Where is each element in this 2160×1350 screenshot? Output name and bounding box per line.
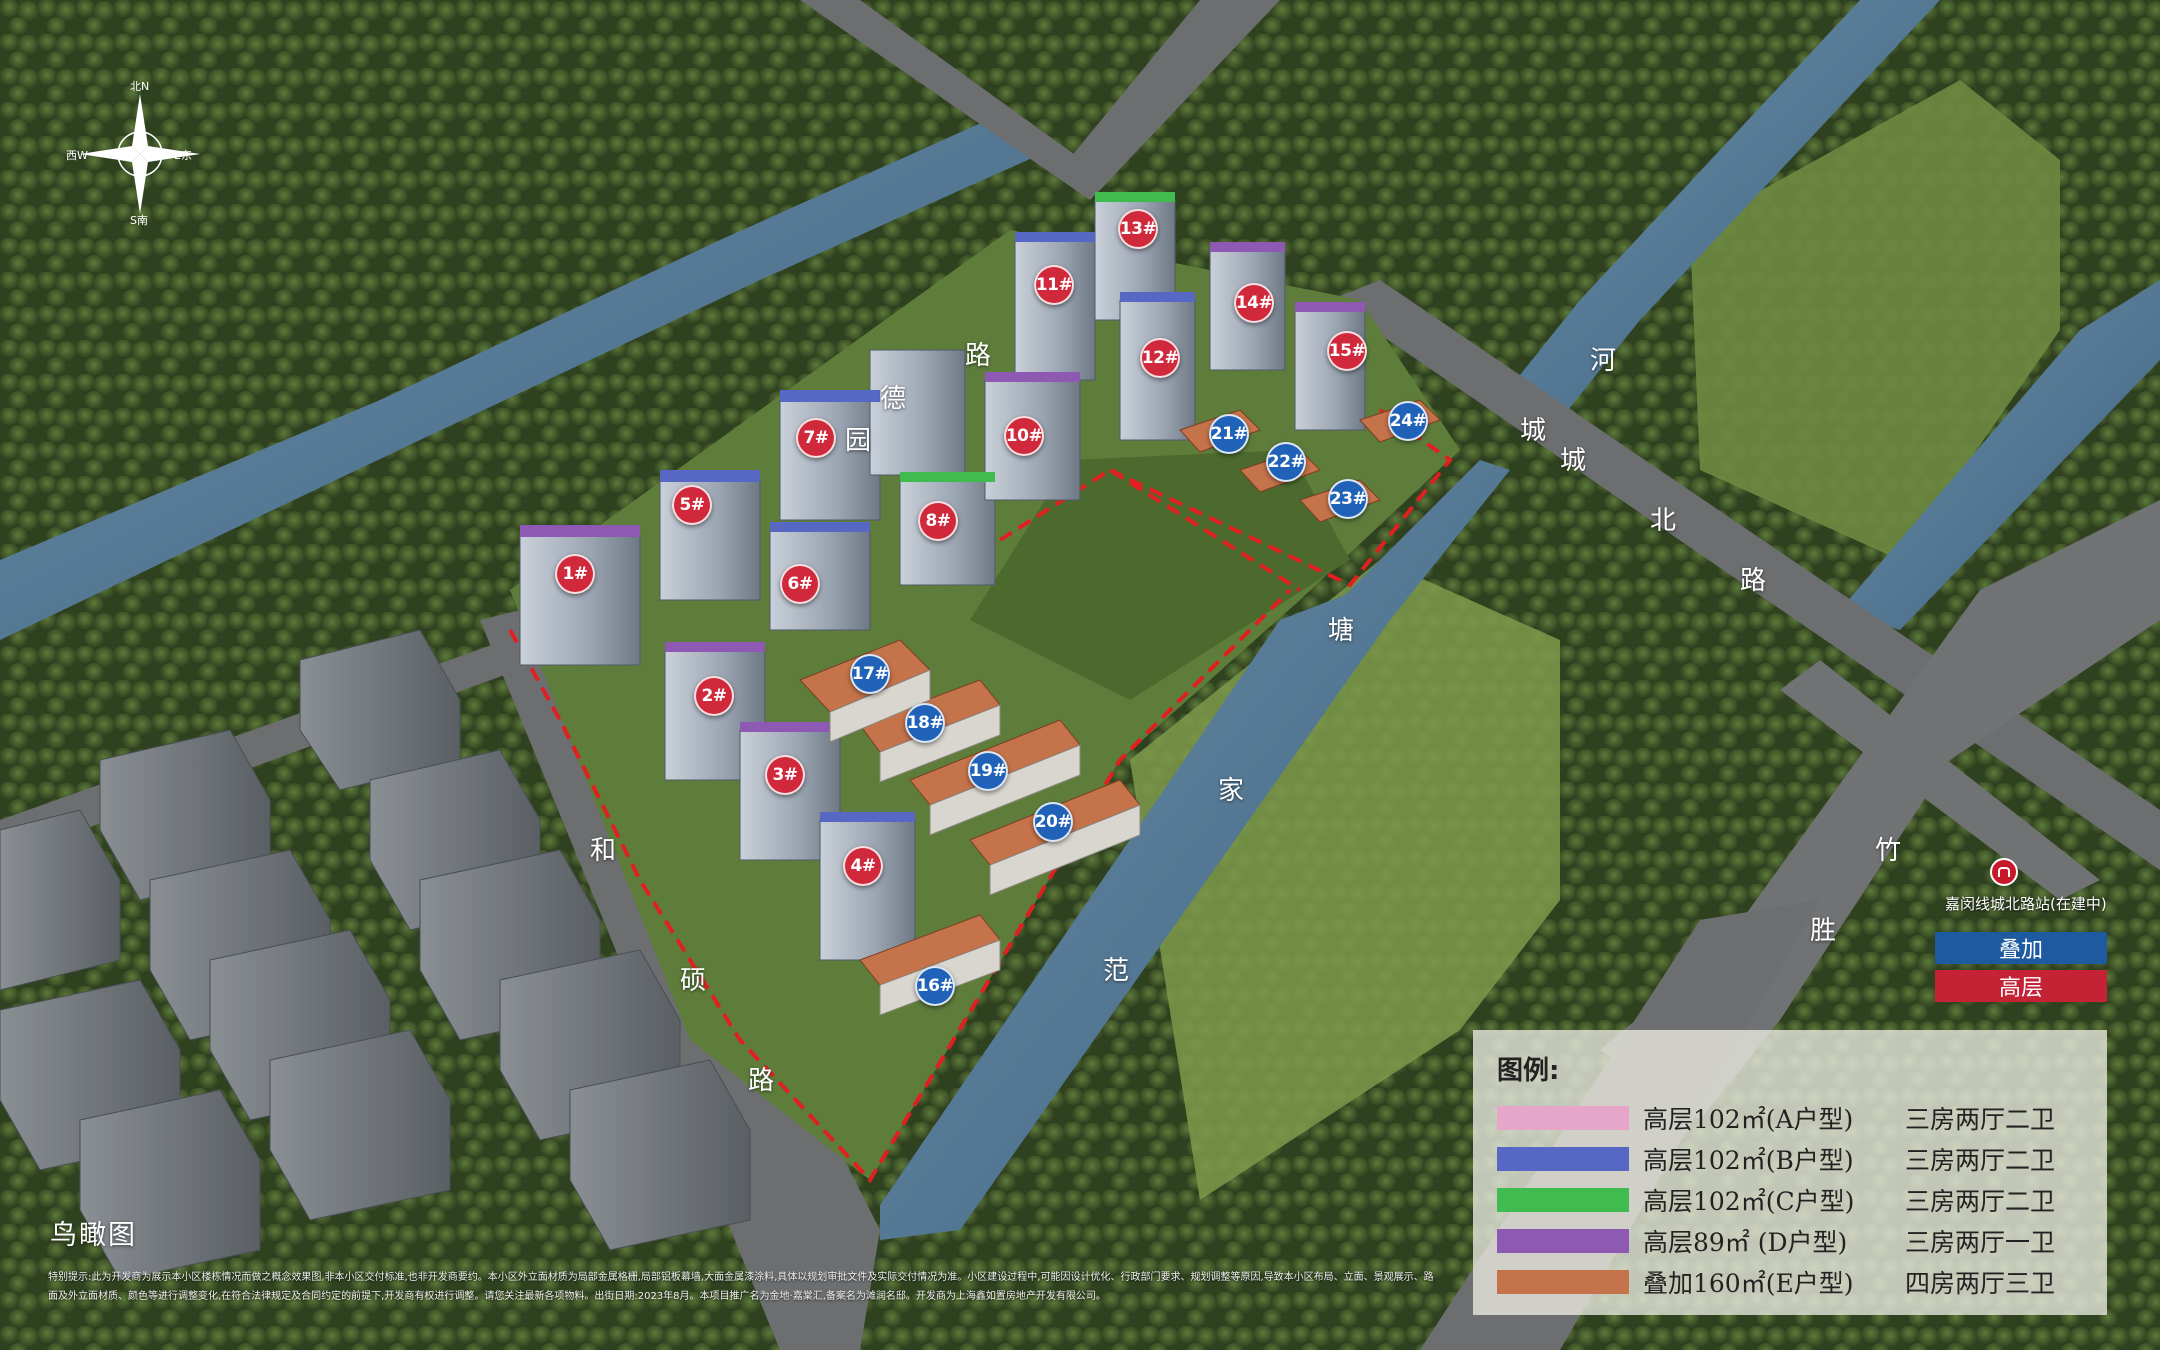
legend-swatch [1497, 1105, 1629, 1130]
building-label-16[interactable]: 16# [915, 966, 955, 1006]
building-label-18[interactable]: 18# [905, 703, 945, 743]
legend-desc: 三房两厅二卫 [1905, 1104, 2056, 1134]
road-label-north: 城 [1560, 446, 1587, 476]
river-label-fanjia: 家 [1218, 776, 1245, 806]
road-label-east: 竹 [1875, 836, 1902, 866]
building-label-7[interactable]: 7# [796, 418, 836, 458]
building-label-24[interactable]: 24# [1388, 401, 1428, 441]
road-label-north: 北 [1650, 506, 1677, 536]
compass: 北N S南 西W E东 [66, 80, 210, 227]
legend-desc: 四房两厅三卫 [1905, 1268, 2056, 1298]
legend-type: 叠加160㎡(E户型) [1643, 1268, 1854, 1298]
legend-item: 高层102㎡(A户型) 三房两厅二卫 [1497, 1097, 2083, 1138]
legend-swatch [1497, 1228, 1629, 1253]
building-label-19[interactable]: 19# [968, 751, 1008, 791]
road-label-east: 胜 [1810, 916, 1837, 946]
building-label-6[interactable]: 6# [780, 564, 820, 604]
river-label-right: 城 [1520, 416, 1547, 446]
road-label-west: 路 [748, 1066, 775, 1096]
building-label-4[interactable]: 4# [843, 846, 883, 886]
legend-swatch [1497, 1269, 1629, 1294]
road-label-top: 路 [965, 341, 992, 371]
disclaimer-text: 特别提示:此为开发商为展示本小区楼栋情况而做之概念效果图,非本小区交付标准,也非… [48, 1272, 1434, 1302]
legend-swatch [1497, 1146, 1629, 1171]
road-label-top: 园 [845, 426, 872, 456]
building-label-17[interactable]: 17# [850, 654, 890, 694]
building-label-13[interactable]: 13# [1118, 209, 1158, 249]
building-label-10[interactable]: 10# [1004, 416, 1044, 456]
building-label-15[interactable]: 15# [1327, 331, 1367, 371]
building-label-2[interactable]: 2# [694, 676, 734, 716]
image-caption: 鸟瞰图 [50, 1220, 137, 1251]
legend-type: 高层102㎡(A户型) [1643, 1104, 1854, 1134]
compass-west: 西W [66, 149, 88, 162]
river-label-right: 河 [1590, 346, 1617, 376]
legend-desc: 三房两厅一卫 [1905, 1227, 2056, 1257]
road-label-west: 和 [590, 836, 617, 866]
highrise-type-button[interactable]: 高层 [1935, 970, 2107, 1002]
road-label-north: 路 [1740, 566, 1767, 596]
legend-desc: 三房两厅二卫 [1905, 1145, 2056, 1175]
building-label-5[interactable]: 5# [672, 485, 712, 525]
legend-type: 高层102㎡(C户型) [1643, 1186, 1855, 1216]
road-label-west: 硕 [680, 966, 707, 996]
legend-item: 高层89㎡ (D户型) 三房两厅一卫 [1497, 1220, 2083, 1261]
building-label-3[interactable]: 3# [765, 755, 805, 795]
building-label-1[interactable]: 1# [555, 554, 595, 594]
building-label-11[interactable]: 11# [1034, 265, 1074, 305]
legend-type: 高层89㎡ (D户型) [1643, 1227, 1848, 1257]
legend-desc: 三房两厅二卫 [1905, 1186, 2056, 1216]
compass-east: E东 [174, 149, 192, 162]
metro-icon [1990, 858, 2018, 886]
building-label-23[interactable]: 23# [1328, 479, 1368, 519]
road-label-top: 德 [880, 384, 907, 414]
river-label-fanjia: 塘 [1328, 616, 1355, 646]
stacked-type-button[interactable]: 叠加 [1935, 932, 2107, 964]
building-label-12[interactable]: 12# [1140, 338, 1180, 378]
building-label-14[interactable]: 14# [1234, 283, 1274, 323]
building-label-21[interactable]: 21# [1209, 414, 1249, 454]
legend-type: 高层102㎡(B户型) [1643, 1145, 1854, 1175]
building-label-20[interactable]: 20# [1033, 802, 1073, 842]
metro-station-label: 嘉闵线城北路站(在建中) [1945, 895, 2107, 913]
river-label-fanjia: 范 [1103, 956, 1130, 986]
building-label-8[interactable]: 8# [918, 501, 958, 541]
legend-item: 高层102㎡(C户型) 三房两厅二卫 [1497, 1179, 2083, 1220]
compass-north: 北N [130, 80, 150, 93]
legend-item: 叠加160㎡(E户型) 四房两厅三卫 [1497, 1261, 2083, 1302]
legend-panel: 图例: 高层102㎡(A户型) 三房两厅二卫 高层102㎡(B户型) 三房两厅二… [1473, 1030, 2107, 1315]
building-label-22[interactable]: 22# [1266, 442, 1306, 482]
compass-south: S南 [130, 214, 148, 227]
legend-item: 高层102㎡(B户型) 三房两厅二卫 [1497, 1138, 2083, 1179]
legend-title: 图例: [1497, 1056, 1560, 1086]
legend-swatch [1497, 1187, 1629, 1212]
